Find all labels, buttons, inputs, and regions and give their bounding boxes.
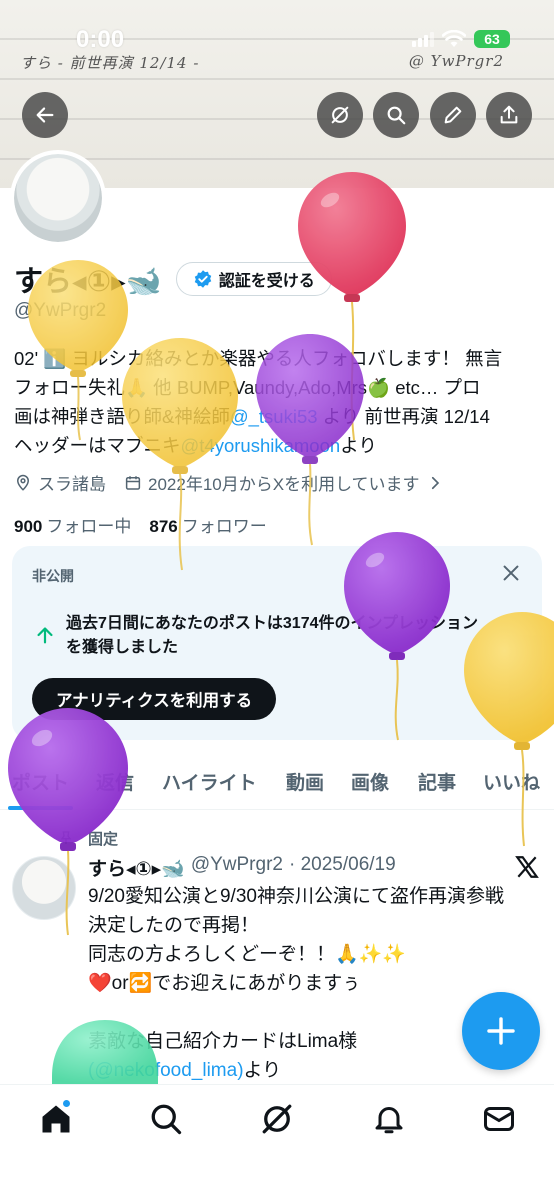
- join-date[interactable]: 2022年10月からXを利用しています: [124, 470, 444, 495]
- bio-line: フォロー失礼🙏 他 BUMP,Vaundy,Ado,Mrs🍏 etc… プロ: [14, 377, 481, 398]
- followers-link[interactable]: 876 フォロワー: [149, 512, 266, 537]
- compose-button[interactable]: [462, 992, 540, 1070]
- tab-likes[interactable]: いいね: [483, 752, 540, 810]
- banner-note-right: @ YwPrgr2: [408, 52, 504, 70]
- nav-home[interactable]: [38, 1099, 74, 1137]
- get-verified-label: 認証を受ける: [218, 273, 315, 290]
- profile-bio: 02' ℹ️ ヨルシカ絡みとか楽器やる人フォロバします！ 無言 フォロー失礼🙏 …: [14, 344, 544, 460]
- calendar-icon: [125, 475, 141, 490]
- followers-label: フォロワー: [181, 517, 267, 536]
- plus-icon: [487, 1017, 515, 1045]
- bio-line: ヘッダーはマブニキ@t4yorushikamoonより: [14, 431, 544, 460]
- grok-icon: [331, 106, 349, 124]
- pin-icon: [60, 831, 72, 844]
- post-line: ❤️or🔁でお迎えにあがりますぅ: [88, 973, 361, 994]
- tab-videos[interactable]: 動画: [286, 752, 324, 810]
- location-icon: [16, 474, 30, 491]
- post-date: · 2025/06/19: [288, 854, 396, 875]
- edit-icon: [444, 106, 462, 124]
- x-logo-icon: [515, 856, 539, 878]
- share-icon: [500, 105, 518, 124]
- profile-avatar[interactable]: [10, 150, 106, 246]
- tab-images[interactable]: 画像: [351, 752, 389, 810]
- bio-line: 画は神弾き語り師&神絵師@_tsuki53 より 前世再演 12/14: [14, 402, 544, 431]
- verified-badge-icon: [194, 270, 212, 288]
- profile-tabs: ポスト 返信 ハイライト 動画 画像 記事 いいね: [0, 752, 554, 810]
- share-button[interactable]: [486, 92, 532, 138]
- search-icon: [387, 106, 406, 125]
- name-row: すら◂①▸🐋 認証を受ける: [14, 258, 332, 300]
- private-label: 非公開: [32, 568, 74, 584]
- post-line: 同志の方よろしくどーぞ！！🙏✨✨: [88, 944, 406, 965]
- display-name: すら◂①▸🐋: [14, 266, 162, 298]
- impressions-text: 過去7日間にあなたのポストは3174件のインプレッション を獲得しました: [66, 612, 526, 660]
- profile-handle: @YwPrgr2: [14, 300, 107, 321]
- tab-posts[interactable]: ポスト: [7, 752, 74, 810]
- bio-text: 画は神弾き語り師&神絵師: [14, 406, 230, 427]
- search-icon: [151, 1104, 182, 1135]
- analytics-card: 非公開 過去7日間にあなたのポストは3174件のインプレッション を獲得しました…: [12, 546, 542, 740]
- status-time: 0:00: [76, 26, 125, 53]
- get-verified-button[interactable]: 認証を受ける: [175, 262, 332, 296]
- search-button[interactable]: [373, 92, 419, 138]
- messages-icon: [484, 1107, 514, 1131]
- post-header: すら◂①▸🐋 @YwPrgr2 · 2025/06/19: [88, 854, 396, 881]
- bio-mention-link[interactable]: @_tsuki53: [230, 406, 318, 427]
- post-author-handle: @YwPrgr2: [190, 854, 283, 875]
- bio-text: より 前世再演 12/14: [317, 406, 490, 427]
- post-author-name[interactable]: すら◂①▸🐋: [88, 854, 185, 881]
- wifi-icon: [442, 30, 466, 47]
- grok-button[interactable]: [317, 92, 363, 138]
- post-line: (@nekofood_lima)より: [88, 1056, 538, 1085]
- impressions-line: 過去7日間にあなたのポストは3174件のインプレッション: [66, 615, 479, 632]
- post-avatar[interactable]: [12, 856, 76, 920]
- post-mention-link[interactable]: (@nekofood_lima): [88, 1060, 244, 1081]
- post-text: より: [243, 1060, 282, 1081]
- tab-replies[interactable]: 返信: [96, 752, 134, 810]
- join-date-text: 2022年10月からXを利用しています: [148, 475, 420, 494]
- grok-icon: [262, 1104, 292, 1134]
- follow-stats: 900 フォロー中 876 フォロワー: [14, 512, 267, 537]
- edit-button[interactable]: [430, 92, 476, 138]
- nav-grok[interactable]: [259, 1101, 295, 1137]
- bio-text: より: [340, 435, 377, 456]
- location-text: スラ諸島: [38, 475, 106, 494]
- home-notification-dot: [62, 1099, 71, 1108]
- status-icons: 63: [412, 30, 510, 48]
- bottom-nav: [0, 1084, 554, 1200]
- followers-count: 876: [149, 517, 178, 536]
- chevron-right-icon: [431, 476, 439, 489]
- notifications-icon: [375, 1107, 403, 1134]
- close-icon[interactable]: [500, 562, 522, 584]
- battery-indicator: 63: [474, 30, 510, 48]
- back-icon: [36, 107, 54, 123]
- bio-text: ヘッダーはマブニキ: [14, 435, 181, 456]
- post-line: 9/20愛知公演と9/30神奈川公演にて盗作再演参戦: [88, 886, 504, 907]
- back-button[interactable]: [22, 92, 68, 138]
- following-link[interactable]: 900 フォロー中: [14, 512, 131, 537]
- nav-notifications[interactable]: [371, 1101, 407, 1137]
- banner-note-left: すら - 前世再演 12/14 -: [20, 54, 200, 72]
- bio-line: 02' ℹ️ ヨルシカ絡みとか楽器やる人フォロバします！ 無言: [14, 348, 503, 369]
- pinned-label: 固定: [88, 831, 119, 848]
- profile-meta: スラ諸島 2022年10月からXを利用しています: [14, 470, 444, 495]
- analytics-button[interactable]: アナリティクスを利用する: [32, 678, 277, 720]
- trend-up-icon: [37, 627, 53, 644]
- location: スラ諸島: [14, 470, 106, 495]
- nav-messages[interactable]: [481, 1101, 517, 1137]
- following-count: 900: [14, 517, 43, 536]
- post-line: 決定したので再掲！: [88, 915, 260, 936]
- following-label: フォロー中: [46, 517, 132, 536]
- tab-articles[interactable]: 記事: [418, 752, 456, 810]
- bio-mention-link[interactable]: @t4yorushikamoon: [181, 435, 341, 456]
- tab-highlights[interactable]: ハイライト: [162, 752, 257, 810]
- nav-search[interactable]: [148, 1101, 184, 1137]
- impressions-line: を獲得しました: [66, 639, 179, 656]
- signal-icon: [412, 31, 434, 47]
